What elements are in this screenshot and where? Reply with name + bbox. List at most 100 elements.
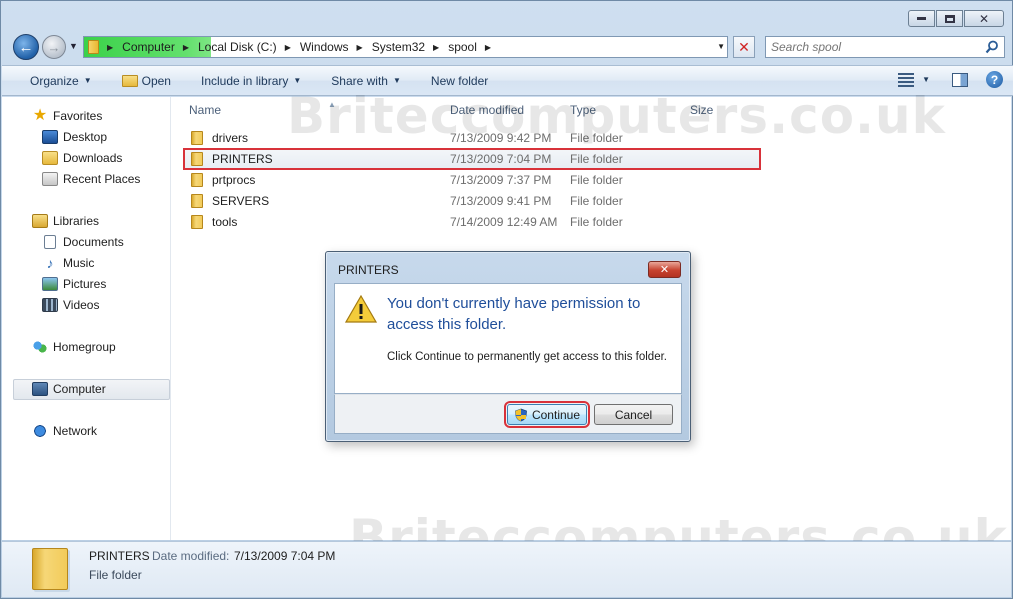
open-folder-icon	[121, 74, 138, 87]
videos-icon	[42, 298, 58, 312]
search-input[interactable]	[766, 40, 976, 54]
watermark-top: Briteccomputers.co.uk	[287, 87, 946, 145]
sidebar-item-recent-places[interactable]: Recent Places	[42, 172, 140, 186]
organize-label: Organize	[30, 73, 79, 88]
breadcrumb-label: Local Disk (C:)	[198, 40, 277, 54]
sidebar-item-music[interactable]: ♪ Music	[42, 255, 95, 271]
forward-button[interactable]: →	[42, 35, 66, 59]
file-type: File folder	[570, 152, 623, 166]
sidebar-item-pictures[interactable]: Pictures	[42, 277, 106, 291]
details-name: PRINTERS	[89, 549, 150, 563]
sidebar-item-label: Favorites	[53, 109, 103, 123]
breadcrumb-label: System32	[371, 40, 426, 54]
table-row-selected[interactable]: PRINTERS 7/13/2009 7:04 PM File folder	[183, 148, 761, 170]
sidebar-item-label: Documents	[63, 235, 124, 249]
details-type: File folder	[89, 568, 142, 582]
music-note-icon: ♪	[46, 255, 54, 271]
minimize-button[interactable]	[908, 10, 935, 27]
sidebar-item-label: Pictures	[63, 277, 107, 291]
star-icon: ★	[32, 107, 48, 124]
file-date: 7/13/2009 7:04 PM	[450, 152, 552, 166]
close-button[interactable]: ✕	[964, 10, 1004, 27]
file-name: tools	[212, 215, 238, 229]
sidebar-item-label: Music	[63, 256, 95, 270]
recent-pages-dropdown[interactable]: ▼	[69, 41, 78, 51]
include-in-library-button[interactable]: Include in library ▼	[201, 74, 301, 88]
maximize-button[interactable]	[936, 10, 963, 27]
continue-label: Continue	[531, 407, 581, 422]
new-folder-button[interactable]: New folder	[431, 74, 488, 88]
sidebar-item-label: Videos	[63, 298, 100, 312]
sidebar-item-favorites[interactable]: ★ Favorites	[32, 107, 103, 124]
help-icon[interactable]: ?	[986, 71, 1003, 88]
sidebar-item-label: Downloads	[63, 151, 123, 165]
uac-shield-icon	[515, 408, 527, 421]
caption-buttons: ✕	[908, 10, 1004, 27]
continue-button[interactable]: Continue	[504, 401, 590, 428]
table-row[interactable]: prtprocs 7/13/2009 7:37 PM File folder	[188, 170, 758, 190]
view-dropdown-icon[interactable]: ▼	[922, 75, 930, 84]
details-pane: PRINTERS Date modified: 7/13/2009 7:04 P…	[2, 541, 1011, 597]
open-button[interactable]: Open	[121, 74, 171, 88]
share-with-button[interactable]: Share with ▼	[331, 74, 401, 88]
table-row[interactable]: tools 7/14/2009 12:49 AM File folder	[188, 212, 758, 232]
preview-pane-icon[interactable]	[952, 72, 968, 87]
file-date: 7/14/2009 12:49 AM	[450, 215, 558, 229]
explorer-window: ✕ ← → ▼ ▶ Computer ▶ Local Disk (C:) ▶ Wind…	[0, 0, 1013, 599]
sidebar-item-documents[interactable]: Documents	[42, 235, 124, 249]
sidebar-item-label: Recent Places	[63, 172, 141, 186]
dialog-content-text: Click Continue to permanently get access…	[387, 351, 667, 363]
downloads-icon	[42, 151, 58, 165]
sidebar-item-libraries[interactable]: Libraries	[32, 214, 99, 228]
breadcrumb-system32[interactable]: ▶ System32	[349, 37, 426, 57]
network-icon	[32, 424, 48, 438]
search-icon[interactable]	[985, 40, 999, 54]
stop-button[interactable]: ✕	[733, 36, 755, 58]
sidebar-item-downloads[interactable]: Downloads	[42, 151, 122, 165]
new-folder-label: New folder	[430, 73, 489, 88]
chevron-right-icon: ▶	[182, 42, 189, 52]
breadcrumb-windows[interactable]: ▶ Windows	[277, 37, 349, 57]
file-name: prtprocs	[212, 173, 256, 187]
breadcrumb-local-disk[interactable]: ▶ Local Disk (C:)	[175, 37, 277, 57]
homegroup-icon	[32, 340, 48, 354]
dialog-title: PRINTERS	[338, 263, 399, 277]
permission-dialog: PRINTERS ✕ You don't currently have perm…	[325, 251, 691, 442]
organize-button[interactable]: Organize ▼	[30, 74, 92, 88]
sidebar-item-desktop[interactable]: Desktop	[42, 130, 107, 144]
breadcrumb-computer[interactable]: ▶ Computer	[99, 37, 175, 57]
sidebar-item-videos[interactable]: Videos	[42, 298, 99, 312]
table-row[interactable]: SERVERS 7/13/2009 9:41 PM File folder	[188, 191, 758, 211]
address-bar[interactable]: ▶ Computer ▶ Local Disk (C:) ▶ Windows ▶ Sys…	[83, 36, 728, 58]
file-date: 7/13/2009 9:41 PM	[450, 194, 552, 208]
breadcrumb-spool[interactable]: ▶ spool ▶	[425, 37, 500, 57]
file-type: File folder	[570, 194, 623, 208]
navigation-pane: ★ Favorites Desktop Downloads Recent Plac…	[2, 97, 171, 540]
column-header-name[interactable]: ▲ Name	[189, 100, 336, 117]
column-header-label: Name	[189, 103, 222, 117]
sidebar-item-homegroup[interactable]: Homegroup	[32, 340, 116, 354]
dialog-close-button[interactable]: ✕	[648, 261, 681, 278]
chevron-right-icon: ▶	[284, 42, 291, 52]
sidebar-item-computer[interactable]: Computer	[32, 382, 106, 396]
address-dropdown-icon[interactable]: ▼	[717, 42, 725, 51]
view-controls: ▼ ?	[898, 71, 1003, 88]
folder-icon	[32, 548, 68, 590]
sidebar-item-network[interactable]: Network	[32, 424, 97, 438]
search-box[interactable]	[765, 36, 1005, 58]
back-button[interactable]: ←	[13, 34, 39, 60]
change-view-icon[interactable]	[898, 72, 915, 87]
share-with-label: Share with	[331, 73, 388, 88]
computer-icon	[32, 382, 48, 396]
folder-icon	[191, 215, 203, 229]
dialog-main-instruction: You don't currently have permission to a…	[387, 295, 641, 333]
breadcrumb-label: spool	[448, 40, 477, 54]
sidebar-item-label: Homegroup	[53, 340, 116, 354]
file-name: PRINTERS	[212, 152, 273, 166]
file-date: 7/13/2009 7:37 PM	[450, 173, 552, 187]
pictures-icon	[42, 277, 58, 291]
maximize-icon	[944, 14, 955, 23]
cancel-button[interactable]: Cancel	[594, 404, 673, 425]
cancel-label: Cancel	[614, 407, 653, 422]
documents-icon	[44, 235, 56, 249]
